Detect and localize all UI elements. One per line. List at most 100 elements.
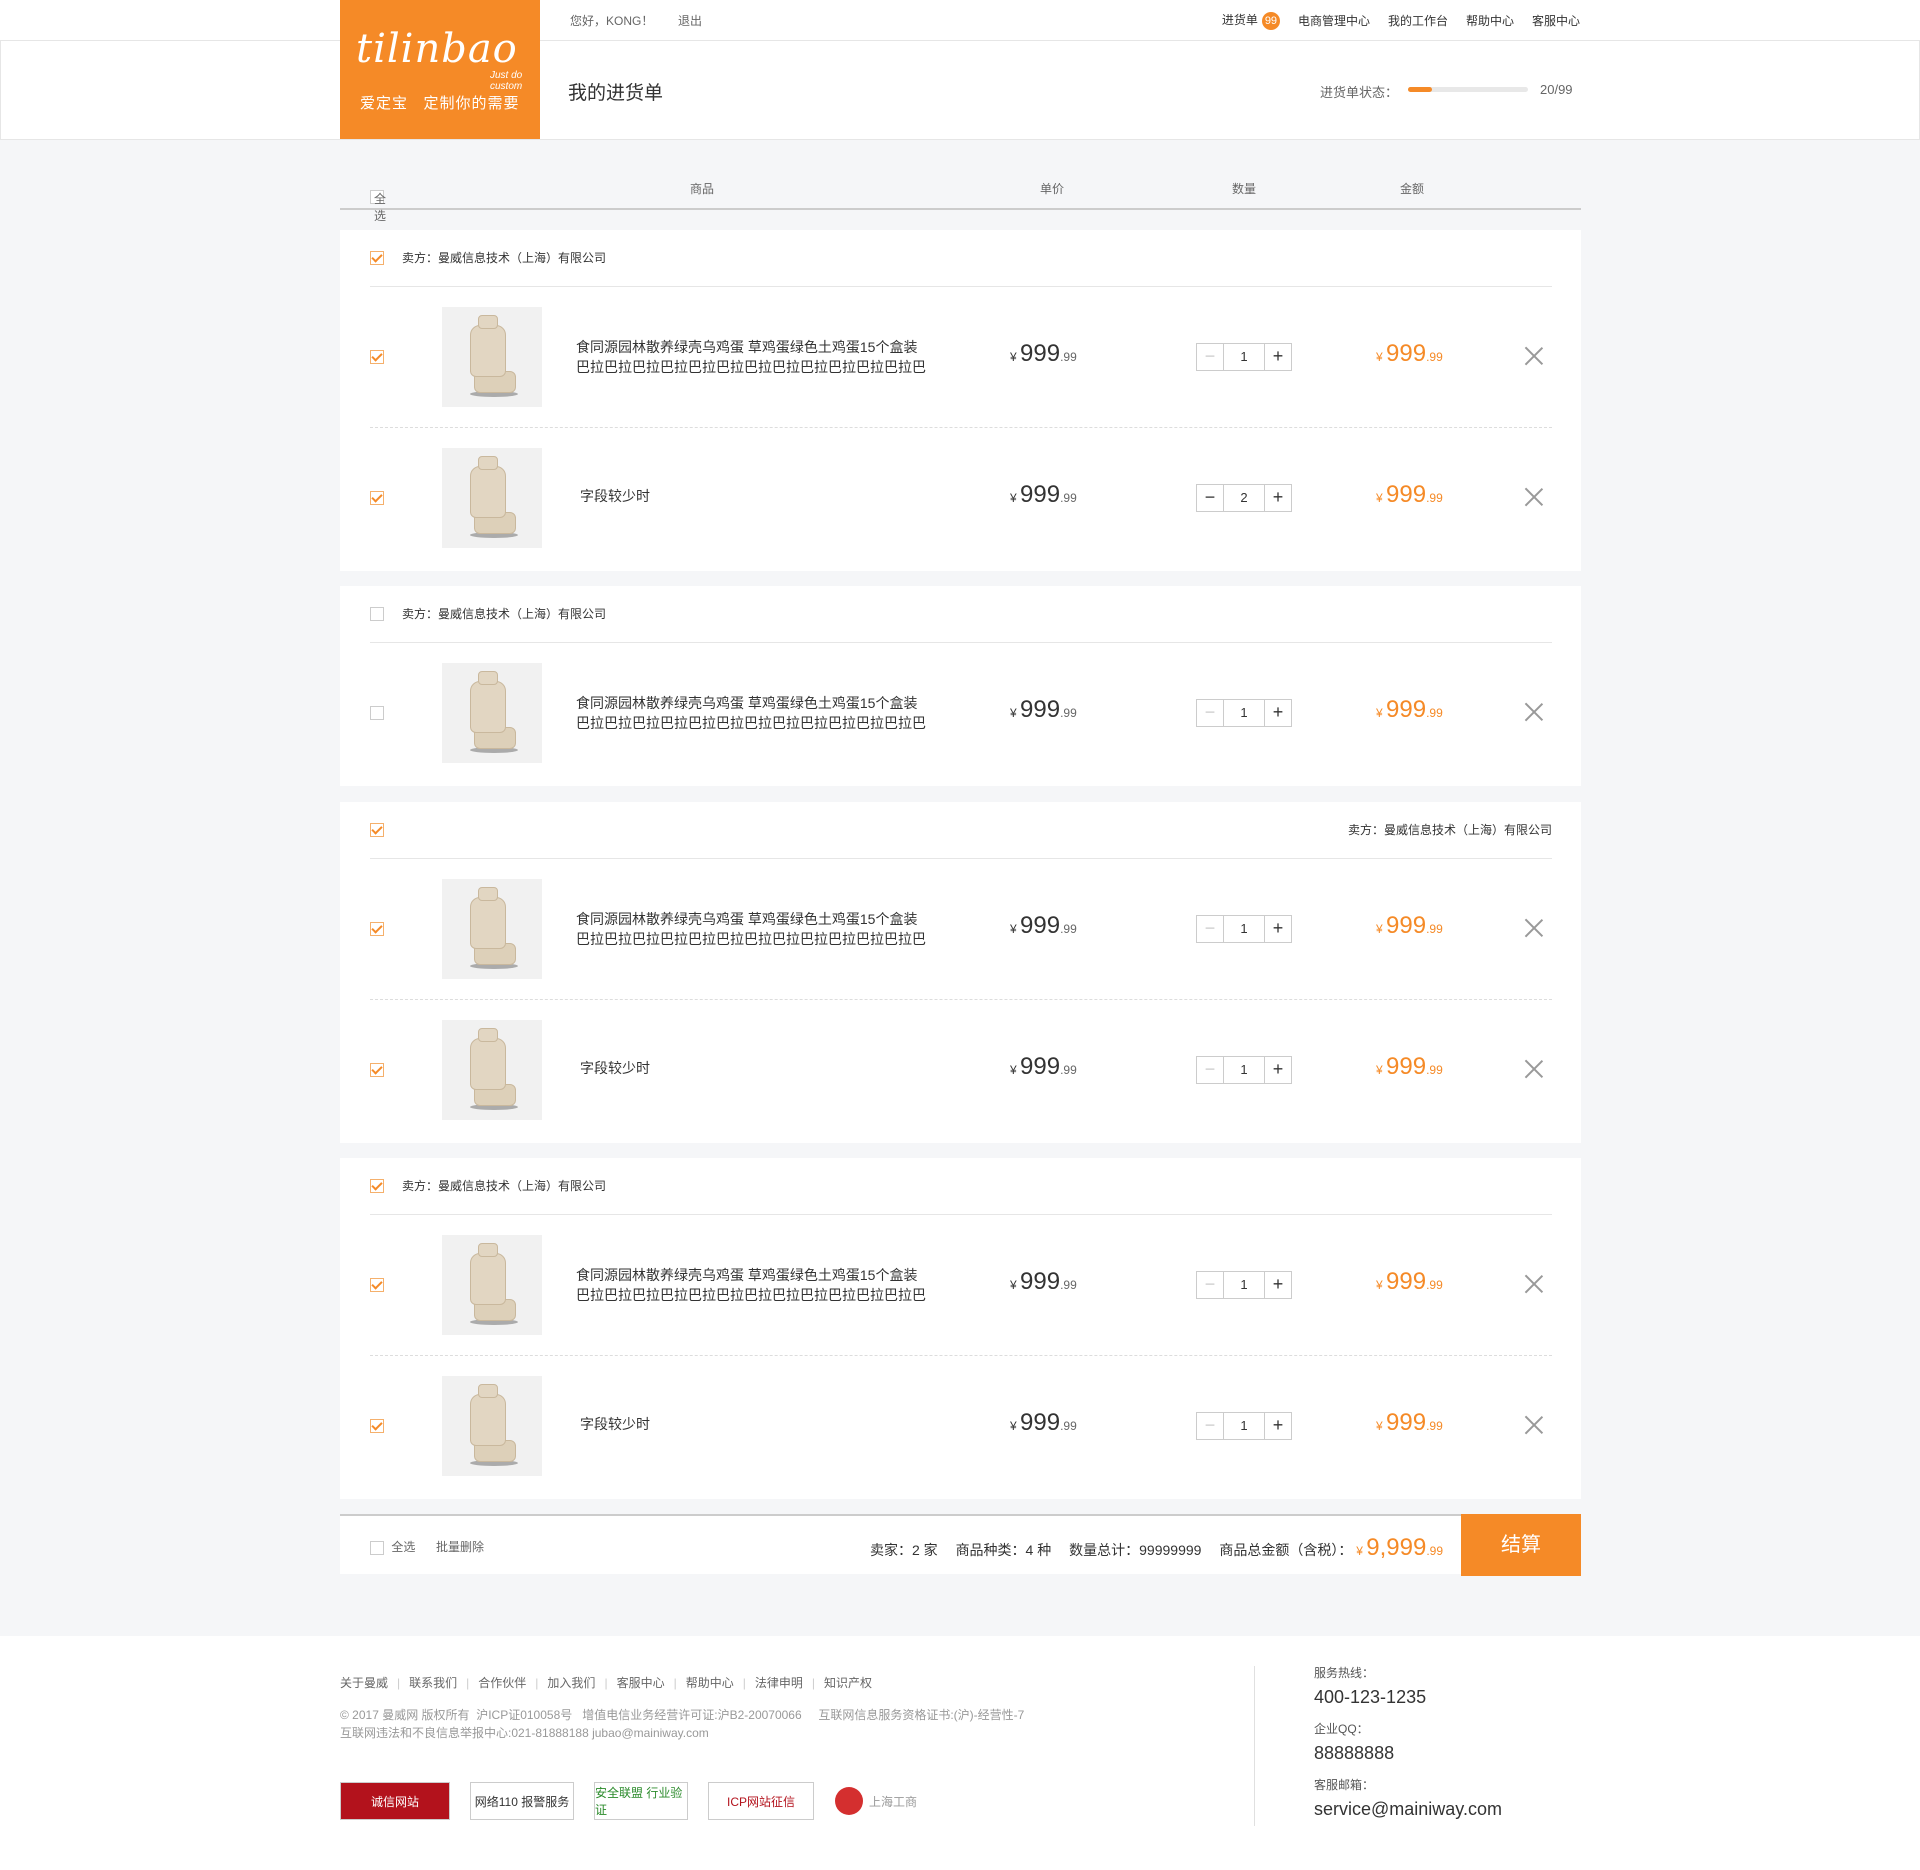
seller-name: 卖方：曼威信息技术（上海）有限公司 (402, 1179, 607, 1193)
footer-link[interactable]: 联系我们 (409, 1676, 457, 1690)
car-seat-image (466, 1384, 518, 1466)
footer-link[interactable]: 帮助中心 (686, 1676, 734, 1690)
batch-delete-link[interactable]: 批量删除 (436, 1538, 484, 1555)
delete-icon[interactable] (1522, 486, 1546, 510)
footer-link[interactable]: 加入我们 (547, 1676, 595, 1690)
product-name[interactable]: 食同源园林散养绿壳乌鸡蛋 草鸡蛋绿色土鸡蛋15个盒装 巴拉巴拉巴拉巴拉巴拉巴拉巴拉… (576, 337, 926, 377)
seller-group: 卖方：曼威信息技术（上海）有限公司 食同源园林散养绿壳乌鸡蛋 草鸡蛋绿色土鸡蛋15… (340, 586, 1581, 786)
quantity-input[interactable]: 1 (1223, 700, 1265, 726)
nav-cart[interactable]: 进货单 99 (1222, 11, 1280, 30)
seller-checkbox[interactable] (370, 822, 384, 837)
item-checkbox[interactable] (370, 922, 384, 936)
increase-button[interactable]: + (1265, 916, 1291, 942)
car-seat-image (466, 1243, 518, 1325)
badge-safety[interactable]: 安全联盟 行业验证 (594, 1782, 688, 1820)
delete-icon[interactable] (1522, 1273, 1546, 1297)
quantity-input[interactable]: 1 (1223, 344, 1265, 370)
badge-cx[interactable]: 诚信网站 (340, 1782, 450, 1820)
product-name[interactable]: 字段较少时 (580, 1058, 930, 1078)
decrease-button[interactable]: − (1197, 1057, 1223, 1083)
item-checkbox[interactable] (370, 1278, 384, 1292)
cart-item-row: 食同源园林散养绿壳乌鸡蛋 草鸡蛋绿色土鸡蛋15个盒装 巴拉巴拉巴拉巴拉巴拉巴拉巴拉… (370, 859, 1552, 1000)
item-checkbox[interactable] (370, 1419, 384, 1433)
car-seat-image (466, 1028, 518, 1110)
product-image[interactable] (442, 448, 542, 548)
footer-link[interactable]: 合作伙伴 (478, 1676, 526, 1690)
quantity-stepper: −1 + (1196, 699, 1292, 727)
cart-badge: 99 (1261, 12, 1280, 30)
increase-button[interactable]: + (1265, 1272, 1291, 1298)
badge-gs[interactable]: 上海工商 (834, 1782, 918, 1820)
footer-link[interactable]: 客服中心 (617, 1676, 665, 1690)
item-checkbox[interactable] (370, 350, 384, 364)
product-image[interactable] (442, 879, 542, 979)
badge-icp[interactable]: ICP网站征信 (708, 1782, 814, 1820)
footer-link[interactable]: 知识产权 (824, 1676, 872, 1690)
product-image[interactable] (442, 1235, 542, 1335)
col-amount: 金额 (1400, 182, 1425, 196)
nav-workbench[interactable]: 我的工作台 (1388, 12, 1448, 29)
quantity-stepper: −1 + (1196, 1412, 1292, 1440)
hotline: 400-123-1235 (1314, 1687, 1427, 1707)
email[interactable]: service@mainiway.com (1314, 1799, 1502, 1820)
increase-button[interactable]: + (1265, 344, 1291, 370)
footer-link[interactable]: 关于曼威 (340, 1676, 388, 1690)
nav-service[interactable]: 客服中心 (1532, 12, 1580, 29)
decrease-button[interactable]: − (1197, 1413, 1223, 1439)
product-image[interactable] (442, 1020, 542, 1120)
quantity-input[interactable]: 1 (1223, 1413, 1265, 1439)
checkout-button[interactable]: 结算 (1461, 1514, 1581, 1576)
decrease-button[interactable]: − (1197, 700, 1223, 726)
product-name[interactable]: 字段较少时 (580, 486, 930, 506)
delete-icon[interactable] (1522, 1414, 1546, 1438)
brand-logo[interactable]: tilinbao Just do custom 爱定宝 定制你的需要 (340, 0, 540, 139)
quantity-stepper: −2 + (1196, 484, 1292, 512)
product-name[interactable]: 食同源园林散养绿壳乌鸡蛋 草鸡蛋绿色土鸡蛋15个盒装 巴拉巴拉巴拉巴拉巴拉巴拉巴拉… (576, 909, 926, 949)
product-image[interactable] (442, 663, 542, 763)
quantity-stepper: −1 + (1196, 1271, 1292, 1299)
total-label: 商品总金额（含税）： (1219, 1542, 1353, 1558)
seller-checkbox[interactable] (370, 250, 384, 265)
item-checkbox[interactable] (370, 706, 384, 720)
product-image[interactable] (442, 1376, 542, 1476)
increase-button[interactable]: + (1265, 700, 1291, 726)
quantity-input[interactable]: 1 (1223, 916, 1265, 942)
col-quantity: 数量 (1232, 182, 1257, 196)
decrease-button[interactable]: − (1197, 344, 1223, 370)
quantity-input[interactable]: 2 (1223, 485, 1265, 511)
item-checkbox[interactable] (370, 491, 384, 505)
nav-help[interactable]: 帮助中心 (1466, 12, 1514, 29)
line-amount: ¥ 999.99 (1376, 481, 1443, 508)
greeting-text: 您好，KONG！ (570, 14, 654, 28)
delete-icon[interactable] (1522, 701, 1546, 725)
seller-checkbox[interactable] (370, 1178, 384, 1193)
link-separator: | (811, 1676, 815, 1690)
quantity-input[interactable]: 1 (1223, 1057, 1265, 1083)
product-name[interactable]: 食同源园林散养绿壳乌鸡蛋 草鸡蛋绿色土鸡蛋15个盒装 巴拉巴拉巴拉巴拉巴拉巴拉巴拉… (576, 693, 926, 733)
badge-110[interactable]: 网络110 报警服务 (470, 1782, 574, 1820)
decrease-button[interactable]: − (1197, 1272, 1223, 1298)
delete-icon[interactable] (1522, 917, 1546, 941)
quantity-input[interactable]: 1 (1223, 1272, 1265, 1298)
nav-ecommerce[interactable]: 电商管理中心 (1298, 12, 1370, 29)
trust-badges: 诚信网站 网络110 报警服务 安全联盟 行业验证 ICP网站征信 上海工商 (340, 1782, 918, 1820)
decrease-button[interactable]: − (1197, 485, 1223, 511)
product-image[interactable] (442, 307, 542, 407)
delete-icon[interactable] (1522, 345, 1546, 369)
increase-button[interactable]: + (1265, 485, 1291, 511)
select-all-bottom[interactable]: 全选 (370, 1538, 415, 1555)
product-name[interactable]: 食同源园林散养绿壳乌鸡蛋 草鸡蛋绿色土鸡蛋15个盒装 巴拉巴拉巴拉巴拉巴拉巴拉巴拉… (576, 1265, 926, 1305)
product-name[interactable]: 字段较少时 (580, 1414, 930, 1434)
delete-icon[interactable] (1522, 1058, 1546, 1082)
footer-link[interactable]: 法律申明 (755, 1676, 803, 1690)
page-title: 我的进货单 (568, 83, 664, 104)
seller-checkbox[interactable] (370, 606, 384, 621)
item-checkbox[interactable] (370, 1063, 384, 1077)
increase-button[interactable]: + (1265, 1057, 1291, 1083)
logout-link[interactable]: 退出 (678, 12, 702, 29)
cart-item-row: 食同源园林散养绿壳乌鸡蛋 草鸡蛋绿色土鸡蛋15个盒装 巴拉巴拉巴拉巴拉巴拉巴拉巴拉… (370, 1215, 1552, 1356)
decrease-button[interactable]: − (1197, 916, 1223, 942)
footer-contact: 服务热线： 400-123-1235 企业QQ： 88888888 客服邮箱： … (1314, 1666, 1502, 1820)
increase-button[interactable]: + (1265, 1413, 1291, 1439)
checkbox[interactable] (370, 1540, 384, 1555)
